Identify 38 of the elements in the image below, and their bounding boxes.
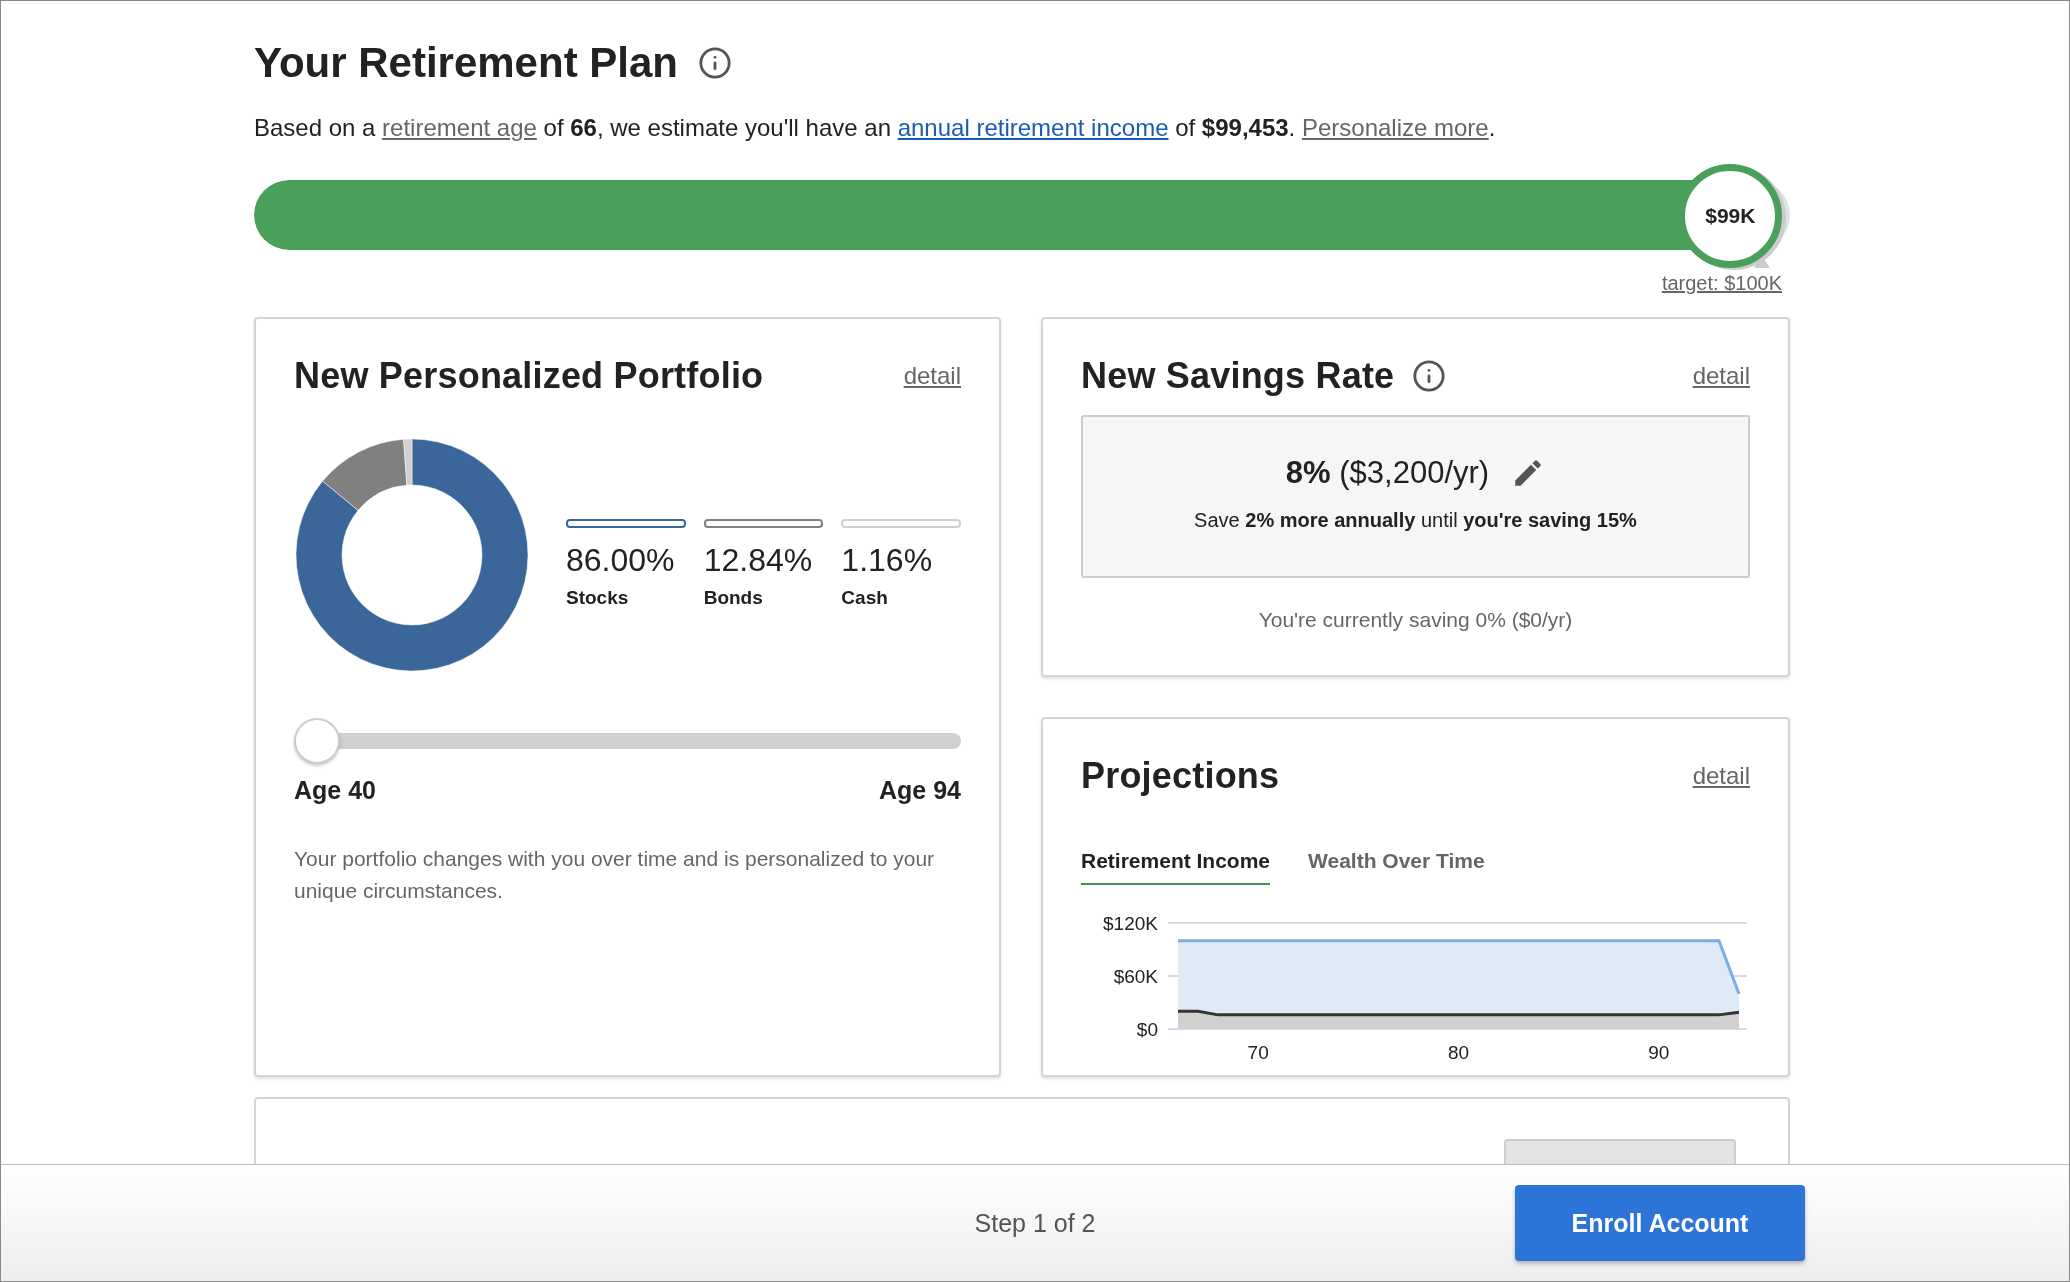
x-axis-label: 80 bbox=[1447, 1042, 1470, 1063]
allocation-label: Stocks bbox=[566, 587, 630, 609]
savings-rate: 8% ($3,200/yr) bbox=[1285, 455, 1490, 491]
detail-link[interactable]: detail bbox=[1692, 362, 1750, 390]
card-title: New Personalized Portfolio bbox=[294, 355, 764, 397]
allocation-percent: 86.00% bbox=[566, 542, 676, 579]
info-icon[interactable] bbox=[1412, 359, 1447, 393]
allocation-percent: 1.16% bbox=[841, 542, 934, 579]
detail-link[interactable]: detail bbox=[903, 362, 961, 390]
allocation-label: Bonds bbox=[703, 587, 764, 609]
info-icon[interactable] bbox=[698, 46, 732, 80]
allocation-percent: 12.84% bbox=[703, 542, 814, 579]
plan-summary: Based on a retirement age of 66, we estimate you'll have an annual retirement income of $99,453. Personalize more. bbox=[254, 114, 1497, 142]
page-title: Your Retirement Plan bbox=[254, 39, 678, 87]
y-axis-label: $120K bbox=[1103, 913, 1158, 934]
allocation-label: Cash bbox=[841, 587, 889, 609]
y-axis-label: $0 bbox=[1136, 1019, 1158, 1040]
card-title: New Savings Rate bbox=[1081, 355, 1395, 397]
slider-thumb[interactable] bbox=[294, 718, 340, 764]
current-savings-text: You're currently saving 0% ($0/yr) bbox=[1257, 608, 1574, 632]
portfolio-description: Your portfolio changes with you over time and is personalized to your unique circumstances. bbox=[294, 846, 936, 904]
target-link[interactable]: target: $100K bbox=[1661, 272, 1782, 295]
x-axis-label: 70 bbox=[1247, 1042, 1269, 1063]
y-axis-label: $60K bbox=[1113, 966, 1158, 987]
enroll-button[interactable]: Enroll Account bbox=[1515, 1185, 1805, 1261]
savings-plan-text: Save 2% more annually until you're saving 15% bbox=[1194, 509, 1637, 532]
summary-link[interactable]: retirement age bbox=[382, 114, 537, 141]
detail-link[interactable]: detail bbox=[1692, 762, 1750, 790]
chart-tab[interactable]: Retirement Income bbox=[1081, 849, 1271, 885]
summary-link[interactable]: annual retirement income bbox=[897, 114, 1169, 141]
card-title: Projections bbox=[1081, 755, 1280, 797]
step-indicator: Step 1 of 2 bbox=[974, 1208, 1096, 1238]
min-age-label: Age 40 bbox=[294, 776, 376, 805]
max-age-label: Age 94 bbox=[879, 776, 961, 805]
summary-link[interactable]: Personalize more bbox=[1301, 114, 1489, 141]
age-slider[interactable] bbox=[294, 718, 961, 764]
x-axis-label: 90 bbox=[1648, 1042, 1670, 1063]
chart-tab[interactable]: Wealth Over Time bbox=[1308, 849, 1485, 885]
